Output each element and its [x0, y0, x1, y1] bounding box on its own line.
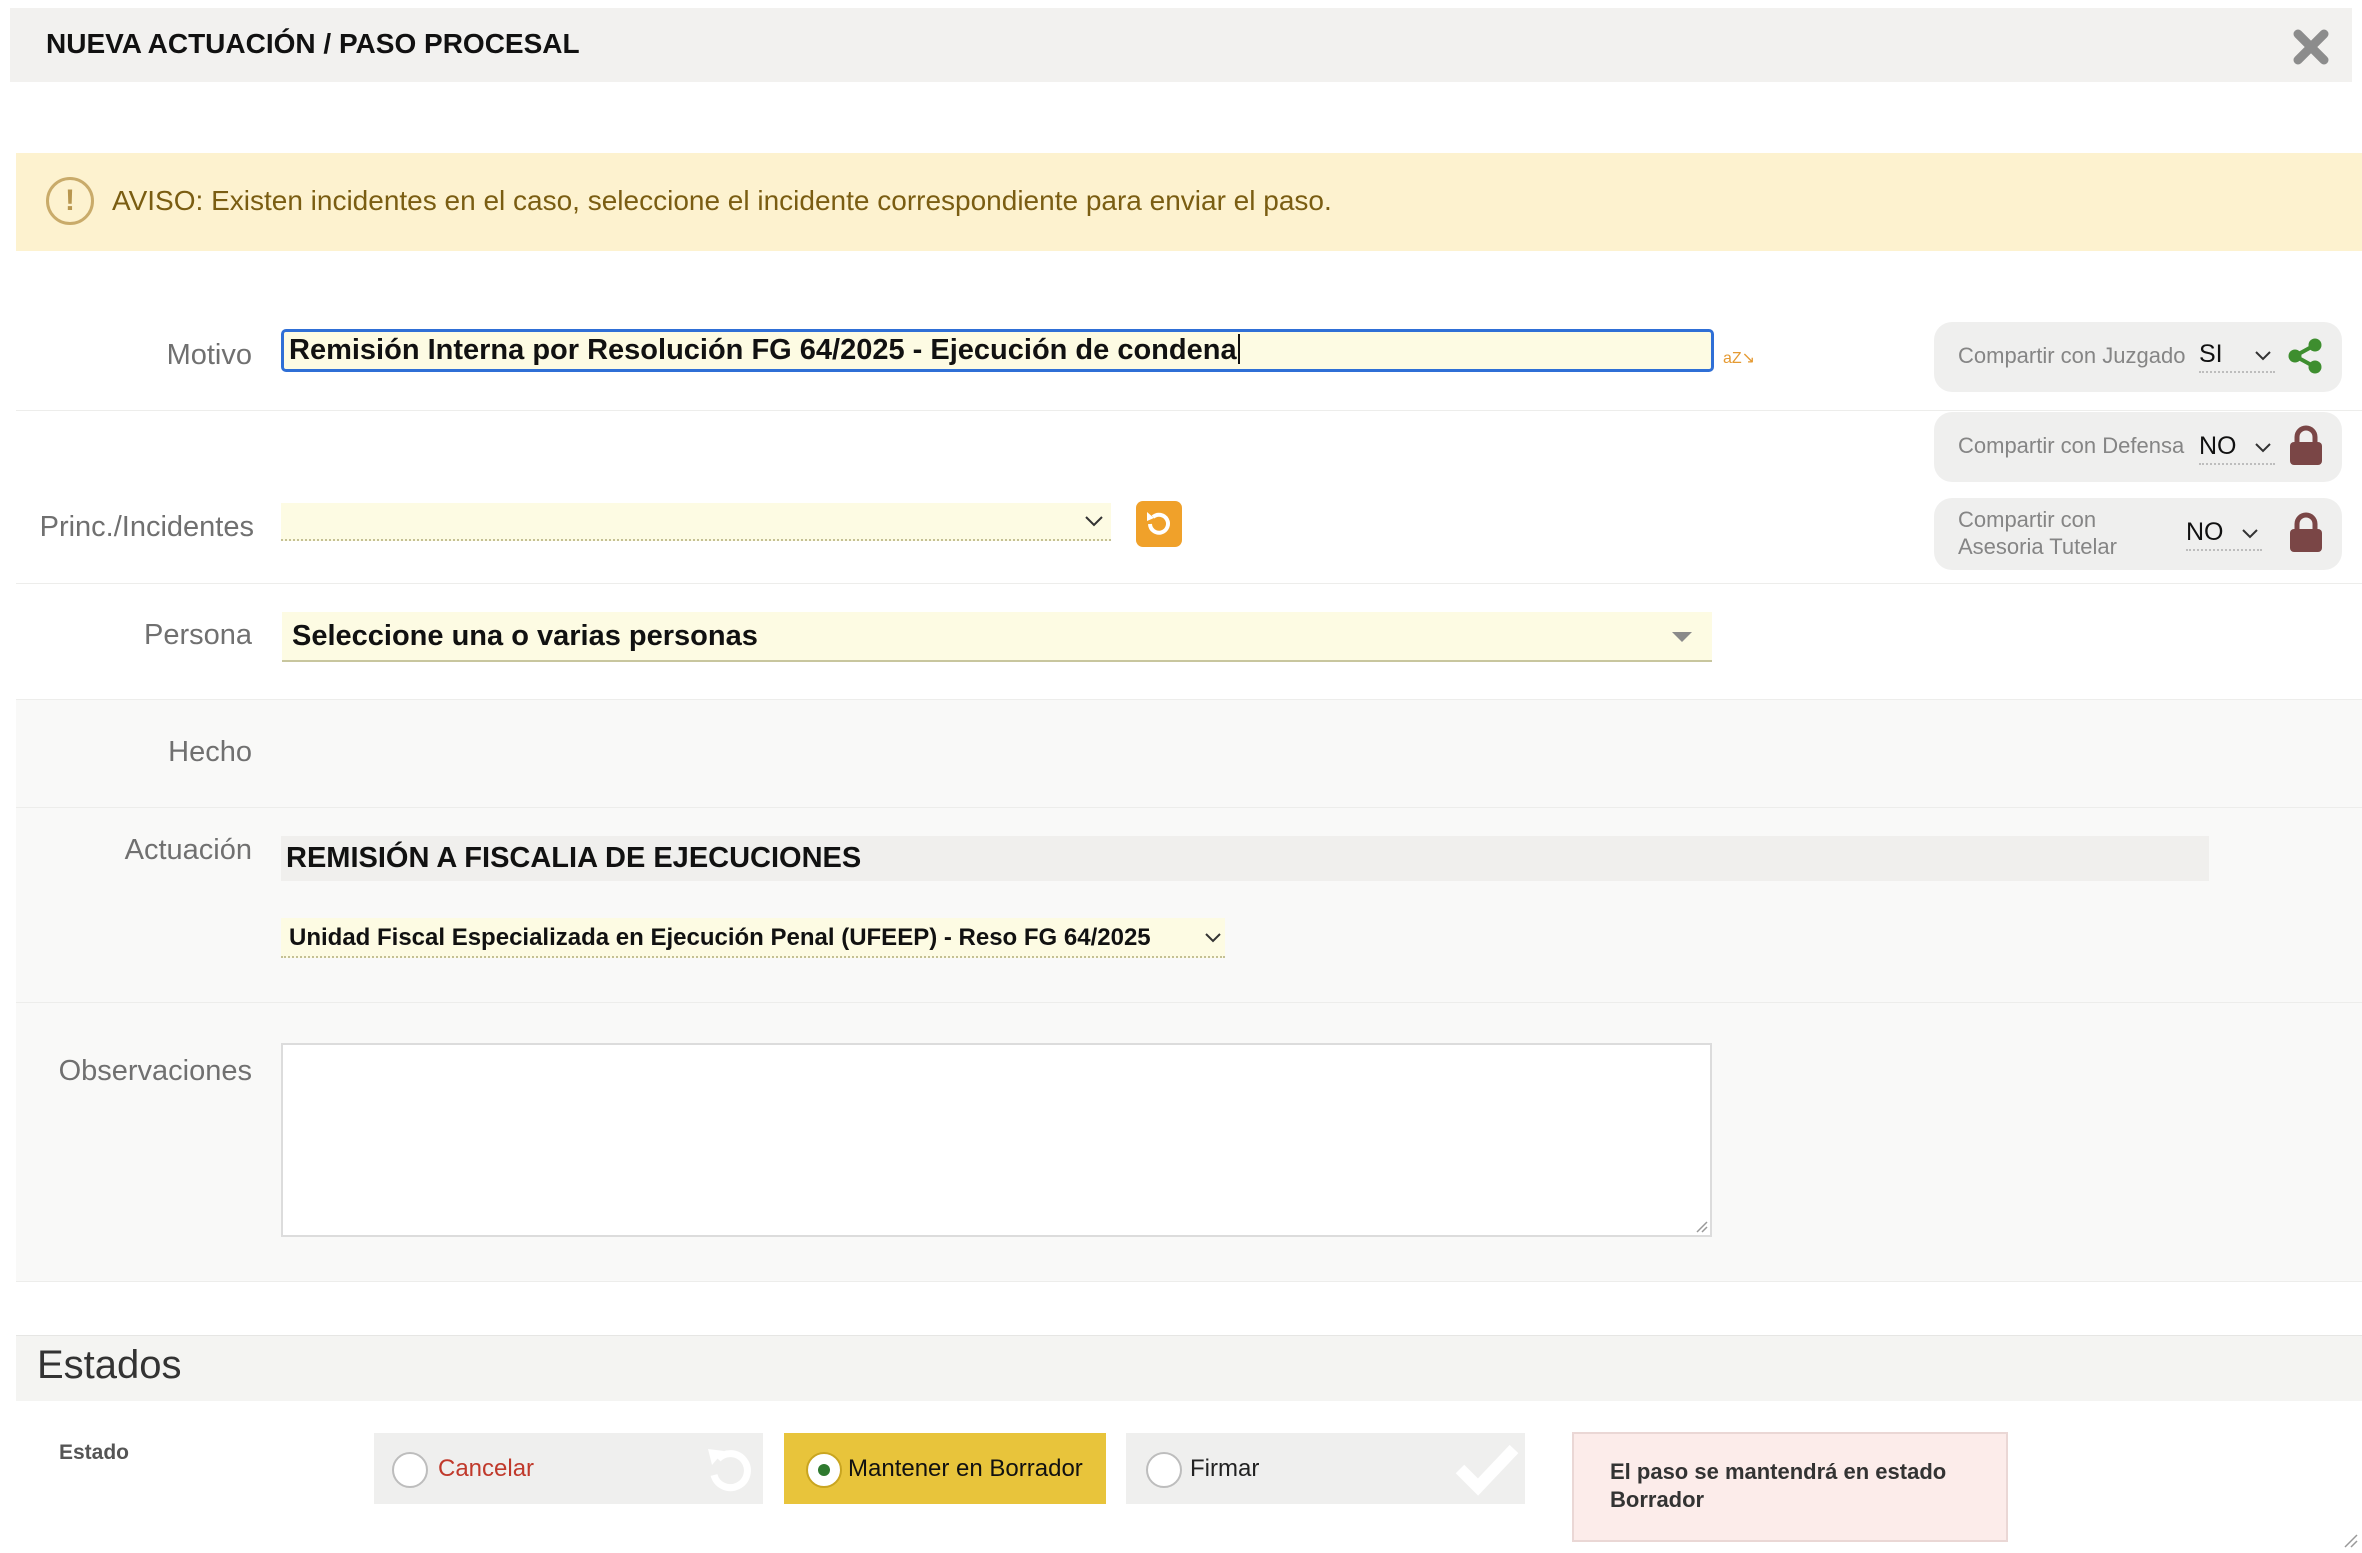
hecho-row [16, 700, 2362, 808]
share-asesoria-label: Compartir con Asesoria Tutelar [1958, 507, 2117, 559]
radio-cancelar[interactable] [392, 1452, 428, 1488]
undo-icon [702, 1441, 756, 1500]
observaciones-label: Observaciones [58, 1055, 252, 1087]
share-juzgado-select[interactable]: SI [2199, 340, 2275, 373]
persona-select[interactable]: Seleccione una o varias personas [282, 612, 1712, 662]
share-juzgado-box: Compartir con Juzgado SI [1934, 322, 2342, 392]
motivo-value: Remisión Interna por Resolución FG 64/20… [289, 334, 1237, 366]
row-divider [16, 1281, 2362, 1282]
text-caret [1237, 334, 1240, 364]
share-defensa-label: Compartir con Defensa [1958, 433, 2185, 458]
lock-icon [2289, 512, 2323, 552]
actuacion-value: REMISIÓN A FISCALIA DE EJECUCIONES [281, 836, 2209, 881]
share-defensa-select[interactable]: NO [2199, 432, 2275, 465]
incidentes-select[interactable] [281, 503, 1111, 541]
motivo-label: Motivo [166, 339, 252, 371]
lock-icon [2289, 425, 2323, 465]
option-label-borrador: Mantener en Borrador [848, 1455, 1083, 1482]
option-label-firmar: Firmar [1190, 1455, 1260, 1482]
resize-handle-icon [1696, 1221, 1708, 1233]
radio-firmar[interactable] [1146, 1452, 1182, 1488]
estado-info-line2: Borrador [1610, 1487, 1705, 1512]
exclamation-circle-icon: ! [46, 177, 94, 225]
refresh-icon [1147, 512, 1170, 535]
sort-az-icon[interactable]: aZ↘ [1723, 348, 1755, 368]
estado-option-cancelar[interactable]: Cancelar [374, 1433, 763, 1504]
incidentes-label: Princ./Incidentes [39, 511, 254, 543]
refresh-button[interactable] [1136, 501, 1182, 547]
share-defensa-box: Compartir con Defensa NO [1934, 412, 2342, 482]
estados-header [16, 1335, 2362, 1401]
row-divider [16, 583, 2362, 584]
hecho-label: Hecho [168, 736, 252, 768]
share-juzgado-label: Compartir con Juzgado [1958, 343, 2186, 368]
estados-title: Estados [37, 1343, 182, 1387]
unidad-fiscal-select[interactable]: Unidad Fiscal Especializada en Ejecución… [281, 918, 1225, 958]
warning-text: AVISO: Existen incidentes en el caso, se… [112, 185, 1332, 216]
share-asesoria-box: Compartir con Asesoria Tutelar NO [1934, 498, 2342, 570]
share-icon[interactable] [2286, 337, 2324, 375]
persona-label: Persona [143, 619, 252, 651]
option-label-cancelar: Cancelar [438, 1455, 535, 1482]
close-icon[interactable] [2290, 26, 2332, 68]
estado-option-borrador[interactable]: Mantener en Borrador [784, 1433, 1106, 1504]
actuacion-label: Actuación [124, 834, 252, 866]
estado-info-box: El paso se mantendrá en estado Borrador [1572, 1432, 2008, 1542]
radio-borrador[interactable] [806, 1452, 842, 1488]
share-asesoria-select[interactable]: NO [2186, 518, 2262, 551]
estado-info-line1: El paso se mantendrá en estado [1610, 1459, 1947, 1484]
row-divider [16, 410, 2362, 411]
observaciones-textarea[interactable] [281, 1043, 1712, 1237]
motivo-input[interactable]: Remisión Interna por Resolución FG 64/20… [281, 329, 1714, 372]
estado-option-firmar[interactable]: Firmar [1126, 1433, 1525, 1504]
dropdown-triangle-icon [1672, 632, 1692, 642]
checkmark-icon [1454, 1439, 1520, 1502]
estado-label: Estado [59, 1441, 130, 1464]
dialog-title: NUEVA ACTUACIÓN / PASO PROCESAL [46, 28, 580, 59]
